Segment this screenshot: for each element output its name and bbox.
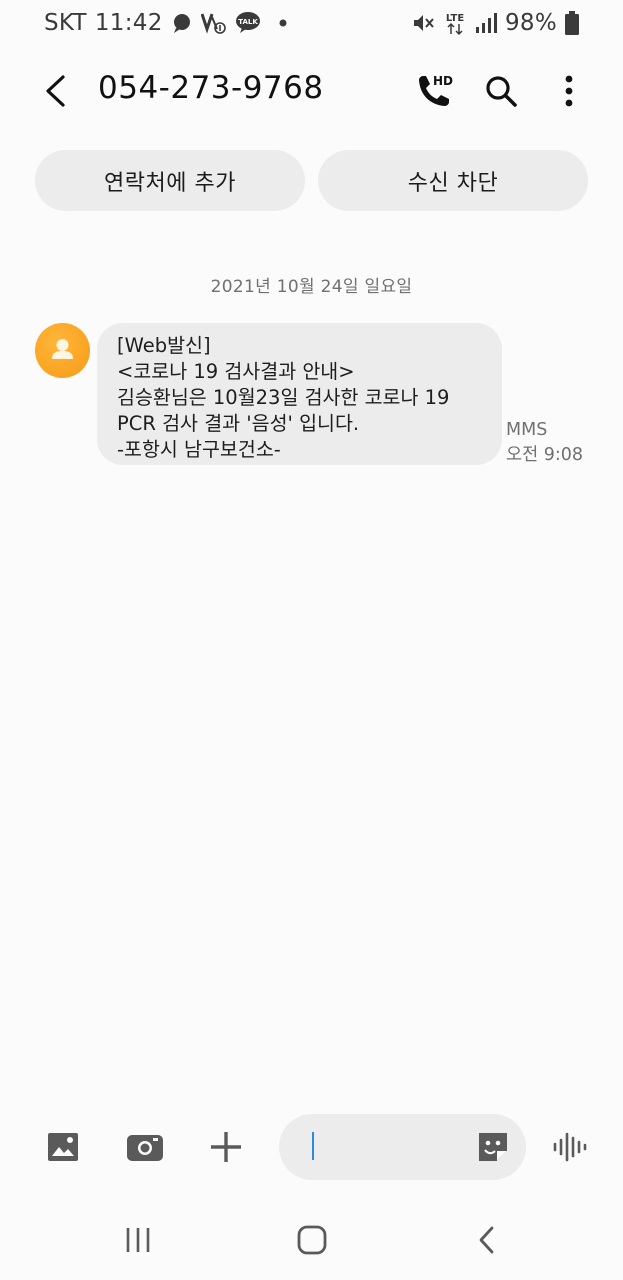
date-divider: 2021년 10월 24일 일요일 [210,277,413,297]
back-button[interactable] [34,66,78,116]
app-bar: 054-273-9768 HD [0,58,623,124]
gallery-button[interactable] [41,1125,85,1169]
mute-icon [411,11,435,35]
messages-screen: SKT 11:42 TALK LTE 98% 054-273-9768 HD 연… [0,0,623,1280]
lte-icon: LTE [443,10,467,36]
message-line: PCR 검사 결과 '음성' 입니다. [117,412,360,435]
recent-apps-button[interactable] [116,1218,160,1262]
svg-text:TALK: TALK [238,18,258,26]
sticker-button[interactable] [474,1128,512,1166]
voice-icon [553,1132,587,1162]
message-line: [Web발신] [117,334,211,357]
avatar[interactable] [35,323,90,378]
block-number-button[interactable]: 수신 차단 [318,150,588,211]
add-contact-button[interactable]: 연락처에 추가 [35,150,305,211]
sticker-icon [479,1133,507,1161]
camera-icon [127,1135,163,1161]
composer [0,1112,623,1182]
volte-icon [200,11,227,35]
app-bar-actions: HD [409,66,593,116]
search-button[interactable] [477,66,525,116]
gallery-icon [48,1133,78,1161]
text-cursor [312,1132,314,1160]
status-left: SKT 11:42 TALK [44,10,287,36]
navigation-bar [0,1210,623,1266]
message-type: MMS [506,420,548,440]
dot-icon [279,19,287,27]
more-options-button[interactable] [545,66,593,116]
svg-text:HD: HD [433,74,453,88]
camera-button[interactable] [123,1125,167,1169]
message-line: -포항시 남구보건소- [117,438,281,461]
person-icon [52,339,73,359]
conversation-title: 054-273-9768 [98,70,324,106]
voice-input-button[interactable] [550,1125,590,1169]
message-line: 김승환님은 10월23일 검사한 코로나 19 [117,386,450,409]
battery-percent: 98% [504,10,557,36]
message-line: <코로나 19 검사결과 안내> [117,360,355,383]
search-icon [486,76,517,107]
contact-actions: 연락처에 추가 수신 차단 [35,150,588,211]
message-time: 오전 9:08 [506,445,584,465]
signal-icon [475,12,497,34]
nav-back-button[interactable] [465,1218,509,1262]
svg-text:LTE: LTE [446,13,465,24]
home-button[interactable] [290,1218,334,1262]
chat-bubble-icon [171,12,193,34]
hd-call-icon: HD [419,74,453,106]
message-bubble[interactable]: [Web발신] <코로나 19 검사결과 안내> 김승환님은 10월23일 검사… [97,323,502,465]
recent-apps-icon [126,1228,150,1252]
kakaotalk-icon: TALK [235,11,261,35]
back-icon [479,1226,494,1254]
status-right: LTE 98% [411,10,579,36]
status-bar: SKT 11:42 TALK LTE 98% [0,0,623,46]
plus-icon [211,1132,241,1162]
message-meta: MMS 오전 9:08 [506,418,583,468]
carrier-label: SKT [44,10,87,36]
more-vert-icon [565,75,573,107]
battery-icon [565,11,579,35]
back-arrow-icon [46,75,65,107]
clock: 11:42 [94,10,163,36]
hd-call-button[interactable]: HD [409,66,457,116]
home-icon [297,1225,327,1255]
add-attachment-button[interactable] [204,1125,248,1169]
